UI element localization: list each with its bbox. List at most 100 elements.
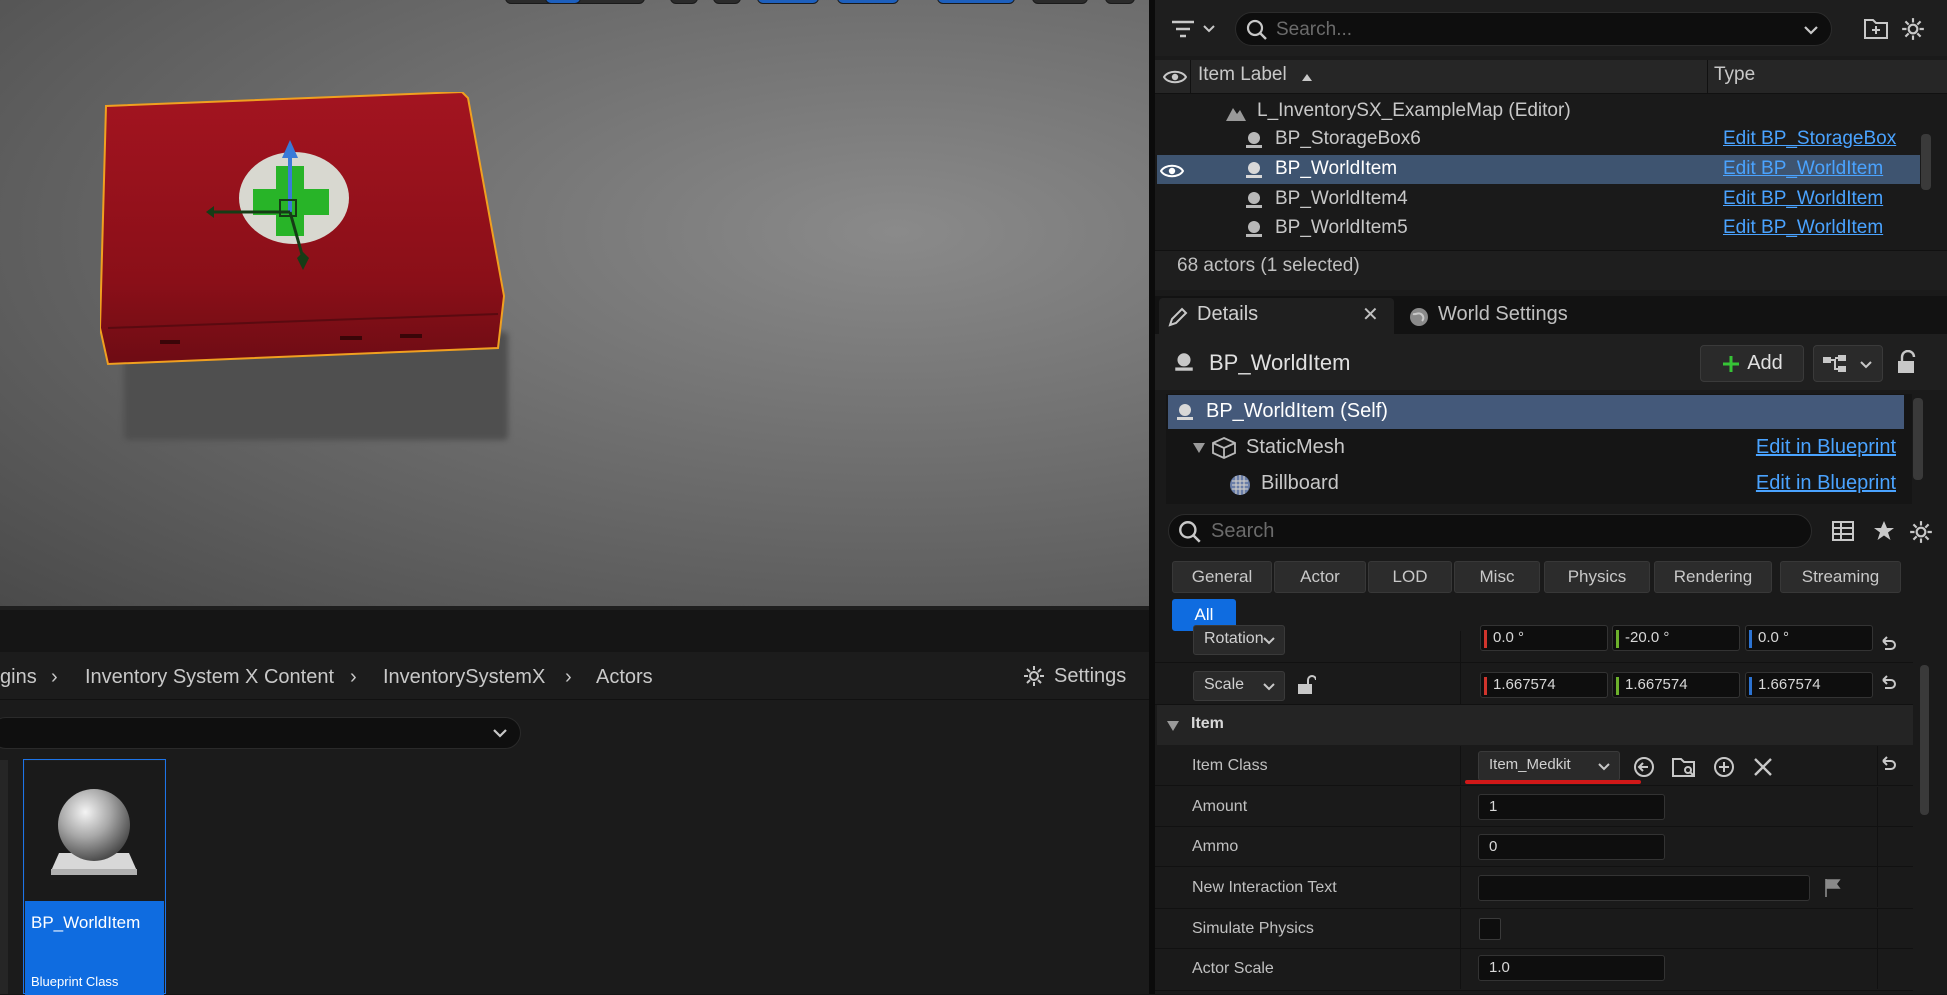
rotation-x-field[interactable]: 0.0 ° [1480,625,1608,651]
breadcrumb-inventorysystemx[interactable]: InventorySystemX [383,666,545,689]
chevron-down-icon [1598,763,1610,771]
expand-arrow-icon[interactable] [1192,442,1206,454]
component-tree-scrollbar[interactable] [1913,398,1923,480]
reset-icon[interactable] [1879,635,1897,651]
viewport-snap-toggle[interactable] [757,0,819,4]
add-new-icon[interactable] [1712,755,1736,779]
outliner-row-label: BP_WorldItem [1275,158,1398,179]
breadcrumb-separator-icon[interactable]: › [565,666,572,689]
rotation-mode-dropdown[interactable]: Rotation [1193,625,1285,655]
chevron-down-icon[interactable] [1801,20,1821,40]
interaction-text-input[interactable] [1478,875,1810,901]
category-item-header[interactable]: Item [1157,705,1913,745]
breadcrumb-actors[interactable]: Actors [596,666,653,689]
property-row-scale: Scale 1.667574 1.667574 1.667574 [1155,665,1913,705]
gear-icon[interactable] [1908,519,1934,545]
asset-tile-bp-worlditem[interactable]: BP_WorldItem Blueprint Class [23,759,166,995]
breadcrumb-inventory-content[interactable]: Inventory System X Content [85,666,334,689]
flag-icon[interactable] [1822,877,1844,899]
simulate-physics-label: Simulate Physics [1192,920,1314,937]
item-class-dropdown[interactable]: Item_Medkit [1478,751,1620,781]
use-selected-icon[interactable] [1632,755,1656,779]
chevron-down-icon [1860,361,1872,369]
star-icon[interactable] [1872,519,1896,543]
scale-z-field[interactable]: 1.667574 [1745,672,1873,698]
viewport-toolbar-active[interactable] [545,0,581,4]
simulate-physics-checkbox[interactable] [1479,918,1501,940]
component-self[interactable]: BP_WorldItem (Self) [1168,395,1904,429]
column-type[interactable]: Type [1714,64,1755,86]
outliner-row-worlditem[interactable]: BP_WorldItem Edit BP_WorldItem [1157,155,1920,184]
rotation-label: Rotation [1204,630,1264,647]
viewport-scale-snap-toggle[interactable] [937,0,1015,4]
blueprint-options-button[interactable] [1813,345,1883,382]
category-misc[interactable]: Misc [1454,561,1540,593]
viewport-camera-speed[interactable] [1032,0,1088,4]
actor-scale-input[interactable]: 1.0 [1478,955,1665,981]
breadcrumb-plugins[interactable]: gins [0,666,37,689]
unlock-icon[interactable] [1296,674,1316,696]
viewport-layout-button[interactable] [1105,0,1135,4]
viewport-rotation-snap-toggle[interactable] [837,0,899,4]
viewport-toolbar-button[interactable] [670,0,698,4]
breadcrumb-separator-icon[interactable]: › [350,666,357,689]
medkit-actor[interactable] [100,92,510,372]
scale-y-field[interactable]: 1.667574 [1612,672,1740,698]
category-physics[interactable]: Physics [1544,561,1650,593]
add-folder-icon[interactable] [1863,16,1889,40]
edit-blueprint-link[interactable]: Edit BP_WorldItem [1723,158,1883,180]
viewport-toolbar-button[interactable] [713,0,741,4]
details-search-input[interactable]: Search [1168,514,1812,548]
edit-in-blueprint-link[interactable]: Edit in Blueprint [1756,436,1896,459]
scale-mode-dropdown[interactable]: Scale [1193,671,1285,701]
chevron-down-icon [493,729,507,738]
outliner-status-bar: 68 actors (1 selected) [1155,250,1947,290]
browse-icon[interactable] [1672,755,1698,779]
reset-icon[interactable] [1879,674,1897,690]
eye-icon[interactable] [1163,68,1187,86]
clear-icon[interactable] [1752,756,1774,778]
reset-icon[interactable] [1879,755,1897,771]
amount-input[interactable]: 1 [1478,794,1665,820]
outliner-row-worlditem4[interactable]: BP_WorldItem4 Edit BP_WorldItem [1157,185,1920,214]
close-icon[interactable]: ✕ [1362,302,1379,327]
add-component-button[interactable]: Add [1700,345,1804,382]
edit-blueprint-link[interactable]: Edit BP_WorldItem [1723,217,1883,239]
category-actor[interactable]: Actor [1274,561,1366,593]
properties-scrollbar[interactable] [1920,665,1929,815]
edit-blueprint-link[interactable]: Edit BP_WorldItem [1723,188,1883,210]
asset-tile-previous[interactable] [0,760,8,994]
content-browser-settings-button[interactable]: Settings [1022,662,1140,690]
gear-icon[interactable] [1900,16,1926,42]
outliner-filter-button[interactable] [1170,14,1218,44]
tab-details[interactable]: Details ✕ [1159,298,1394,334]
scale-x-field[interactable]: 1.667574 [1480,672,1608,698]
edit-in-blueprint-link[interactable]: Edit in Blueprint [1756,472,1896,495]
outliner-row-level[interactable]: L_InventorySX_ExampleMap (Editor) [1157,97,1920,126]
content-browser-filter-dropdown[interactable] [0,717,521,749]
rotation-y-field[interactable]: -20.0 ° [1612,625,1740,651]
column-item-label[interactable]: Item Label [1198,64,1287,86]
component-billboard[interactable]: Billboard Edit in Blueprint [1168,467,1904,501]
ammo-input[interactable]: 0 [1478,834,1665,860]
component-label: StaticMesh [1246,436,1345,458]
tab-world-settings[interactable]: World Settings [1400,298,1600,334]
lock-icon[interactable] [1895,350,1919,376]
category-lod[interactable]: LOD [1368,561,1452,593]
component-staticmesh[interactable]: StaticMesh Edit in Blueprint [1168,431,1904,465]
selected-actor-name[interactable]: BP_WorldItem [1209,350,1350,376]
category-general[interactable]: General [1172,561,1272,593]
panel-gap [0,610,1149,652]
outliner-row-storagebox6[interactable]: BP_StorageBox6 Edit BP_StorageBox [1157,125,1920,154]
outliner-search-input[interactable]: Search... [1235,12,1832,46]
rotation-z-field[interactable]: 0.0 ° [1745,625,1873,651]
edit-blueprint-link[interactable]: Edit BP_StorageBox [1723,128,1896,150]
category-streaming[interactable]: Streaming [1780,561,1901,593]
eye-icon[interactable] [1160,162,1184,180]
category-rendering[interactable]: Rendering [1654,561,1772,593]
outliner-scrollbar[interactable] [1921,134,1931,190]
outliner-row-worlditem5[interactable]: BP_WorldItem5 Edit BP_WorldItem [1157,214,1920,243]
table-icon[interactable] [1831,520,1855,542]
breadcrumb-separator-icon[interactable]: › [51,666,58,689]
level-viewport[interactable] [0,0,1149,610]
